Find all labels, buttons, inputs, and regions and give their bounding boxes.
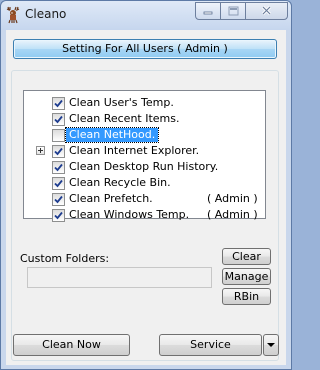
checkmark-icon [54,115,63,124]
checkmark-icon [54,195,63,204]
checkmark-icon [54,211,63,220]
admin-tag: ( Admin ) [207,192,258,205]
admin-tag: ( Admin ) [207,208,258,221]
tree-item[interactable]: Clean Recent Items. [24,111,265,127]
item-checkbox[interactable] [52,209,65,222]
item-checkbox[interactable] [52,161,65,174]
maximize-icon [228,6,239,16]
item-checkbox[interactable] [52,113,65,126]
tree-item-label: Clean Recycle Bin. [69,176,171,189]
deer-icon [5,6,21,24]
clean-options-tree[interactable]: Clean User's Temp. Clean Recent Items. Cle… [23,90,266,222]
close-icon [261,5,272,16]
title-bar[interactable]: Cleano [1,1,291,30]
tree-item[interactable]: Clean Desktop Run History. [24,159,265,175]
item-checkbox[interactable] [52,129,65,142]
minimize-button[interactable] [195,2,221,20]
custom-folders-field[interactable] [27,267,212,288]
chevron-down-icon [267,343,275,347]
tree-item[interactable]: Clean Windows Temp. ( Admin ) [24,207,265,223]
tree-item[interactable]: Clean User's Temp. [24,95,265,111]
tree-item-label: Clean Recent Items. [69,112,180,125]
checkmark-icon [54,179,63,188]
item-checkbox[interactable] [52,145,65,158]
rbin-button[interactable]: RBin [222,288,271,305]
tree-item[interactable]: Clean NetHood. [24,127,265,143]
setting-for-all-users-button[interactable]: Setting For All Users ( Admin ) [13,39,277,59]
item-checkbox[interactable] [52,97,65,110]
maximize-button[interactable] [220,2,246,20]
service-button[interactable]: Service [159,334,262,356]
tree-item-label: Clean Desktop Run History. [69,160,219,173]
window-title: Cleano [25,7,67,21]
checkmark-icon [54,99,63,108]
tree-item[interactable]: Clean Internet Explorer. [24,143,265,159]
app-window: Cleano Setting For All Users ( Admin ) C… [0,0,292,370]
tree-item-label: Clean Windows Temp. [69,208,190,221]
clear-button[interactable]: Clear [222,248,271,265]
manage-button[interactable]: Manage [222,268,271,285]
clean-now-button[interactable]: Clean Now [13,334,130,356]
checkmark-icon [54,147,63,156]
client-area: Setting For All Users ( Admin ) Clean Us… [6,30,286,365]
minimize-icon [203,11,213,15]
checkmark-icon [54,163,63,172]
tree-item-label: Clean Prefetch. [69,192,153,205]
close-button[interactable] [245,2,288,20]
expand-plus-icon[interactable] [36,146,45,155]
tree-item-label: Clean NetHood. [64,127,160,143]
tree-item[interactable]: Clean Prefetch. ( Admin ) [24,191,265,207]
tree-item-label: Clean Internet Explorer. [69,144,200,157]
item-checkbox[interactable] [52,193,65,206]
custom-folders-label: Custom Folders: [20,252,110,265]
item-checkbox[interactable] [52,177,65,190]
tree-item[interactable]: Clean Recycle Bin. [24,175,265,191]
service-dropdown-button[interactable] [263,334,279,356]
tree-item-label: Clean User's Temp. [69,96,174,109]
